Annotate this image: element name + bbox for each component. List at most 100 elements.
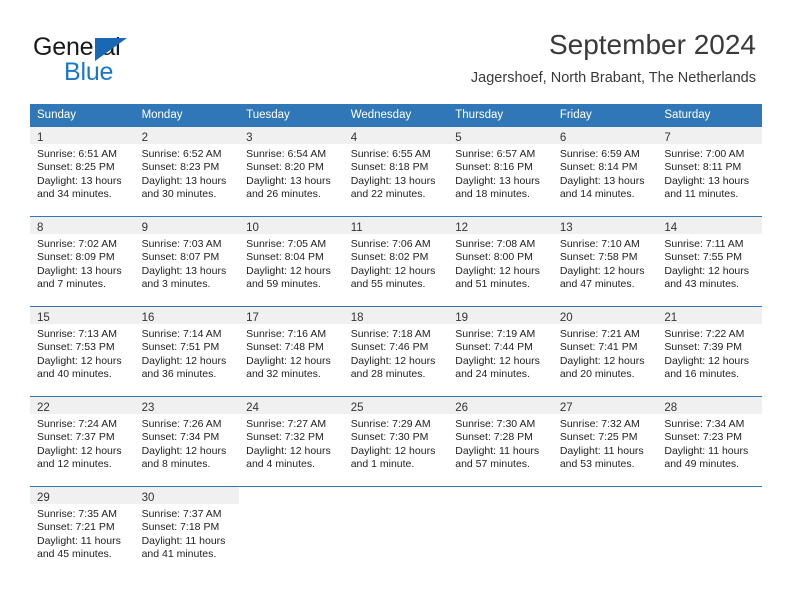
- day-cell[interactable]: 24 Sunrise: 7:27 AM Sunset: 7:32 PM Dayligh…: [239, 396, 344, 487]
- day-cell[interactable]: 8 Sunrise: 7:02 AM Sunset: 8:09 PM Daylight…: [30, 216, 135, 307]
- daylight-text-line2: and 30 minutes.: [141, 188, 217, 201]
- day-cell[interactable]: 18 Sunrise: 7:18 AM Sunset: 7:46 PM Dayligh…: [343, 306, 449, 397]
- day-cell[interactable]: 16 Sunrise: 7:14 AM Sunset: 7:51 PM Dayligh…: [134, 306, 240, 397]
- daylight-text-line1: Daylight: 12 hours: [350, 354, 436, 367]
- day-number: 11: [350, 222, 363, 234]
- daylight-text-line2: and 16 minutes.: [664, 368, 740, 381]
- daylight-text-line2: and 20 minutes.: [559, 368, 635, 381]
- daylight-text-line2: and 51 minutes.: [455, 278, 530, 291]
- sunrise-text: Sunrise: 6:51 AM: [37, 148, 117, 160]
- sunset-text: Sunset: 7:30 PM: [350, 431, 429, 444]
- sunset-text: Sunset: 8:02 PM: [350, 251, 429, 264]
- daylight-text-line1: Daylight: 12 hours: [664, 264, 750, 277]
- sunrise-text: Sunrise: 7:00 AM: [664, 148, 745, 160]
- day-cell[interactable]: 25 Sunrise: 7:29 AM Sunset: 7:30 PM Dayligh…: [343, 396, 449, 487]
- sunset-text: Sunset: 7:32 PM: [246, 431, 324, 444]
- day-number: 12: [455, 222, 469, 234]
- daylight-text-line2: and 4 minutes.: [246, 458, 316, 471]
- day-cell[interactable]: 17 Sunrise: 7:16 AM Sunset: 7:48 PM Dayligh…: [239, 306, 344, 397]
- sunrise-text: Sunrise: 6:55 AM: [350, 148, 431, 160]
- day-cell-empty: [657, 486, 762, 582]
- day-cell[interactable]: 13 Sunrise: 7:10 AM Sunset: 7:58 PM Dayligh…: [552, 216, 658, 307]
- sunset-text: Sunset: 7:46 PM: [350, 341, 429, 354]
- daylight-text-line1: Daylight: 13 hours: [141, 174, 227, 187]
- sunset-text: Sunset: 7:53 PM: [37, 341, 115, 354]
- daylight-text-line2: and 41 minutes.: [141, 548, 217, 561]
- sunrise-text: Sunrise: 6:54 AM: [246, 148, 327, 160]
- day-cell[interactable]: 29 Sunrise: 7:35 AM Sunset: 7:21 PM Dayligh…: [30, 486, 135, 582]
- daylight-text-line1: Daylight: 11 hours: [664, 444, 749, 457]
- sunset-text: Sunset: 8:09 PM: [37, 251, 115, 264]
- daylight-text-line1: Daylight: 13 hours: [246, 174, 331, 187]
- sunrise-text: Sunrise: 6:52 AM: [141, 148, 222, 160]
- day-cell[interactable]: 6 Sunrise: 6:59 AM Sunset: 8:14 PM Daylight…: [552, 126, 658, 217]
- sunset-text: Sunset: 7:51 PM: [141, 341, 220, 354]
- sunrise-text: Sunrise: 7:19 AM: [455, 328, 536, 340]
- calendar-body: 1 Sunrise: 6:51 AM Sunset: 8:25 PM Daylight…: [30, 126, 762, 582]
- sunrise-text: Sunrise: 7:11 AM: [664, 238, 744, 250]
- sunrise-text: Sunrise: 7:22 AM: [664, 328, 745, 340]
- day-cell[interactable]: 11 Sunrise: 7:06 AM Sunset: 8:02 PM Dayligh…: [343, 216, 449, 307]
- weekday-header-tuesday: Tuesday: [239, 104, 344, 127]
- daylight-text-line1: Daylight: 13 hours: [350, 174, 436, 187]
- daylight-text-line1: Daylight: 11 hours: [141, 534, 226, 547]
- general-blue-logo: General Blue: [33, 33, 233, 91]
- daylight-text-line2: and 22 minutes.: [350, 188, 426, 201]
- day-cell[interactable]: 5 Sunrise: 6:57 AM Sunset: 8:16 PM Daylight…: [448, 126, 553, 217]
- day-cell[interactable]: 9 Sunrise: 7:03 AM Sunset: 8:07 PM Daylight…: [134, 216, 240, 307]
- day-cell[interactable]: 20 Sunrise: 7:21 AM Sunset: 7:41 PM Dayligh…: [552, 306, 658, 397]
- day-number: 10: [246, 222, 259, 234]
- daylight-text-line2: and 11 minutes.: [664, 188, 739, 201]
- day-cell-empty: [448, 486, 553, 582]
- sunrise-text: Sunrise: 7:16 AM: [246, 328, 327, 340]
- day-cell[interactable]: 27 Sunrise: 7:32 AM Sunset: 7:25 PM Dayligh…: [552, 396, 658, 487]
- day-cell[interactable]: 23 Sunrise: 7:26 AM Sunset: 7:34 PM Dayligh…: [134, 396, 240, 487]
- day-number: 27: [559, 402, 573, 414]
- daylight-text-line2: and 1 minute.: [350, 458, 415, 471]
- daylight-text-line2: and 7 minutes.: [37, 278, 106, 291]
- sunset-text: Sunset: 7:23 PM: [664, 431, 743, 444]
- day-cell[interactable]: 4 Sunrise: 6:55 AM Sunset: 8:18 PM Daylight…: [343, 126, 449, 217]
- day-cell[interactable]: 2 Sunrise: 6:52 AM Sunset: 8:23 PM Daylight…: [134, 126, 240, 217]
- day-cell-empty: [239, 486, 344, 582]
- sunrise-text: Sunrise: 7:08 AM: [455, 238, 536, 250]
- day-number: 2: [141, 132, 148, 144]
- day-cell[interactable]: 26 Sunrise: 7:30 AM Sunset: 7:28 PM Dayligh…: [448, 396, 553, 487]
- page-header: General Blue September 2024 Jagershoef, …: [0, 0, 792, 100]
- day-cell[interactable]: 12 Sunrise: 7:08 AM Sunset: 8:00 PM Dayligh…: [448, 216, 553, 307]
- day-cell[interactable]: 14 Sunrise: 7:11 AM Sunset: 7:55 PM Dayligh…: [657, 216, 762, 307]
- daylight-text-line1: Daylight: 12 hours: [141, 444, 227, 457]
- daylight-text-line1: Daylight: 12 hours: [246, 444, 331, 457]
- daylight-text-line1: Daylight: 12 hours: [37, 354, 122, 367]
- sunset-text: Sunset: 7:55 PM: [664, 251, 743, 264]
- sunset-text: Sunset: 8:25 PM: [37, 161, 115, 174]
- sunset-text: Sunset: 7:41 PM: [559, 341, 638, 354]
- calendar-week-row: 1 Sunrise: 6:51 AM Sunset: 8:25 PM Daylight…: [30, 126, 762, 217]
- daylight-text-line2: and 14 minutes.: [559, 188, 635, 201]
- day-cell[interactable]: 10 Sunrise: 7:05 AM Sunset: 8:04 PM Dayligh…: [239, 216, 344, 307]
- daylight-text-line2: and 47 minutes.: [559, 278, 635, 291]
- sunset-text: Sunset: 7:39 PM: [664, 341, 743, 354]
- day-number: 24: [246, 402, 259, 414]
- day-cell[interactable]: 15 Sunrise: 7:13 AM Sunset: 7:53 PM Dayligh…: [30, 306, 135, 397]
- day-number: 7: [664, 132, 671, 144]
- sunset-text: Sunset: 8:14 PM: [559, 161, 638, 174]
- day-cell[interactable]: 7 Sunrise: 7:00 AM Sunset: 8:11 PM Daylight…: [657, 126, 762, 217]
- day-cell[interactable]: 21 Sunrise: 7:22 AM Sunset: 7:39 PM Dayligh…: [657, 306, 762, 397]
- day-number: 16: [141, 312, 155, 324]
- daylight-text-line2: and 43 minutes.: [664, 278, 740, 291]
- day-cell[interactable]: 3 Sunrise: 6:54 AM Sunset: 8:20 PM Daylight…: [239, 126, 344, 217]
- day-number: 17: [246, 312, 259, 324]
- day-cell[interactable]: 22 Sunrise: 7:24 AM Sunset: 7:37 PM Dayligh…: [30, 396, 135, 487]
- day-number: 13: [559, 222, 573, 234]
- day-number: 15: [37, 312, 50, 324]
- day-cell[interactable]: 19 Sunrise: 7:19 AM Sunset: 7:44 PM Dayligh…: [448, 306, 553, 397]
- day-cell[interactable]: 28 Sunrise: 7:34 AM Sunset: 7:23 PM Dayligh…: [657, 396, 762, 487]
- daylight-text-line2: and 45 minutes.: [37, 548, 112, 561]
- daylight-text-line2: and 24 minutes.: [455, 368, 530, 381]
- day-cell[interactable]: 30 Sunrise: 7:37 AM Sunset: 7:18 PM Dayligh…: [134, 486, 240, 582]
- day-cell[interactable]: 1 Sunrise: 6:51 AM Sunset: 8:25 PM Daylight…: [30, 126, 135, 217]
- daylight-text-line1: Daylight: 12 hours: [664, 354, 750, 367]
- sunrise-text: Sunrise: 7:30 AM: [455, 418, 536, 430]
- sunset-text: Sunset: 8:07 PM: [141, 251, 220, 264]
